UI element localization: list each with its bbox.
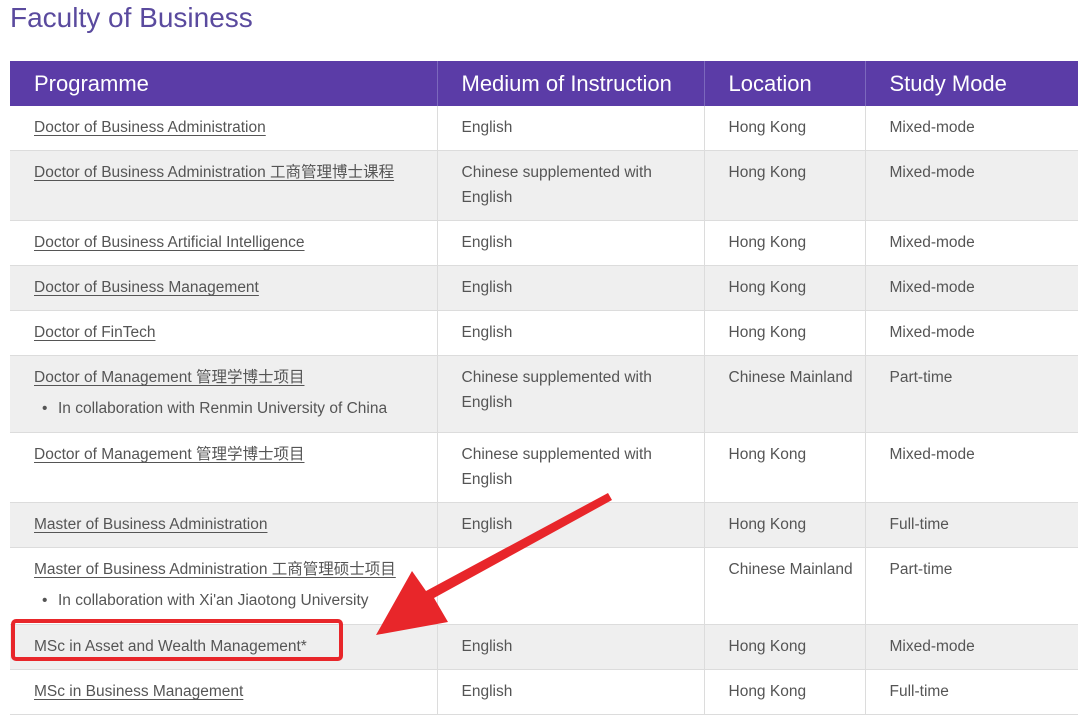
programme-cell: Master of Business Administration 工商管理硕士… — [10, 547, 438, 625]
programme-link[interactable]: Master of Business Administration — [34, 516, 267, 533]
collaboration-note: • In collaboration with Renmin University… — [34, 396, 427, 421]
medium-cell: English — [437, 106, 705, 151]
location-cell: Hong Kong — [704, 669, 866, 715]
mode-cell: Full-time — [865, 669, 1078, 715]
mode-cell: Mixed-mode — [865, 310, 1078, 356]
mode-cell: Mixed-mode — [865, 106, 1078, 151]
bullet-icon: • — [42, 400, 48, 417]
medium-cell: Chinese supplemented with English — [437, 432, 705, 503]
location-cell: Hong Kong — [704, 106, 866, 151]
table-row: Doctor of Business Management English Ho… — [10, 265, 1078, 311]
table-row-highlighted: MSc in Asset and Wealth Management* Engl… — [10, 624, 1078, 670]
mode-cell: Part-time — [865, 355, 1078, 433]
programme-name: MSc in Asset and Wealth Management* — [34, 638, 307, 655]
programme-cell: MSc in Business Management — [10, 669, 438, 715]
location-cell: Hong Kong — [704, 432, 866, 503]
medium-cell: Chinese supplemented with English — [437, 150, 705, 221]
mode-cell: Mixed-mode — [865, 150, 1078, 221]
header-medium[interactable]: Medium of Instruction — [437, 61, 705, 106]
programme-link[interactable]: Master of Business Administration 工商管理硕士… — [34, 561, 396, 578]
table-row: Doctor of Business Administration Englis… — [10, 106, 1078, 151]
programme-link[interactable]: Doctor of Business Administration — [34, 119, 266, 136]
programme-cell: Doctor of Business Administration — [10, 106, 438, 151]
page-title: Faculty of Business — [10, 2, 253, 33]
header-study-mode[interactable]: Study Mode — [865, 61, 1078, 106]
programme-link[interactable]: Doctor of Business Artificial Intelligen… — [34, 234, 305, 251]
programme-cell: Master of Business Administration — [10, 502, 438, 548]
programme-cell: MSc in Asset and Wealth Management* — [10, 624, 438, 670]
medium-cell: Chinese supplemented with English — [437, 355, 705, 433]
table-row: Doctor of Management 管理学博士项目 Chinese sup… — [10, 432, 1078, 503]
bullet-icon: • — [42, 592, 48, 609]
table-row: Master of Business Administration Englis… — [10, 502, 1078, 548]
location-cell: Hong Kong — [704, 150, 866, 221]
medium-cell: English — [437, 220, 705, 266]
location-cell: Hong Kong — [704, 502, 866, 548]
mode-cell: Mixed-mode — [865, 624, 1078, 670]
programme-cell: Doctor of Management 管理学博士项目 • In collabo… — [10, 355, 438, 433]
programme-cell: Doctor of Business Artificial Intelligen… — [10, 220, 438, 266]
programme-link[interactable]: Doctor of Business Administration 工商管理博士… — [34, 164, 394, 181]
programme-cell: Doctor of Management 管理学博士项目 — [10, 432, 438, 503]
programme-cell: Doctor of Business Administration 工商管理博士… — [10, 150, 438, 221]
programme-table: Programme Medium of Instruction Location… — [10, 61, 1078, 715]
collaboration-note: • In collaboration with Xi'an Jiaotong Un… — [34, 588, 427, 613]
medium-cell: English — [437, 265, 705, 311]
medium-cell: English — [437, 502, 705, 548]
table-row: Doctor of Management 管理学博士项目 • In collabo… — [10, 355, 1078, 433]
header-programme[interactable]: Programme — [10, 61, 438, 106]
location-cell: Hong Kong — [704, 624, 866, 670]
table-row: Doctor of Business Administration 工商管理博士… — [10, 150, 1078, 221]
mode-cell: Part-time — [865, 547, 1078, 625]
medium-cell: English — [437, 310, 705, 356]
table-row: Doctor of Business Artificial Intelligen… — [10, 220, 1078, 266]
medium-cell: English — [437, 669, 705, 715]
header-location[interactable]: Location — [704, 61, 866, 106]
mode-cell: Mixed-mode — [865, 220, 1078, 266]
programme-link[interactable]: Doctor of Management 管理学博士项目 — [34, 446, 304, 463]
table-row: MSc in Business Management English Hong … — [10, 669, 1078, 715]
medium-cell — [437, 547, 705, 625]
location-cell: Hong Kong — [704, 220, 866, 266]
table-row: Master of Business Administration 工商管理硕士… — [10, 547, 1078, 625]
collaboration-note-text: In collaboration with Renmin University … — [58, 400, 388, 417]
mode-cell: Full-time — [865, 502, 1078, 548]
location-cell: Hong Kong — [704, 265, 866, 311]
table-row: Doctor of FinTech English Hong Kong Mixe… — [10, 310, 1078, 356]
programme-link[interactable]: MSc in Business Management — [34, 683, 243, 700]
table-header-row: Programme Medium of Instruction Location… — [10, 61, 1078, 106]
location-cell: Hong Kong — [704, 310, 866, 356]
programme-link[interactable]: Doctor of FinTech — [34, 324, 155, 341]
programme-cell: Doctor of Business Management — [10, 265, 438, 311]
collaboration-note-text: In collaboration with Xi'an Jiaotong Uni… — [58, 592, 369, 609]
programme-link[interactable]: Doctor of Management 管理学博士项目 — [34, 369, 304, 386]
programme-cell: Doctor of FinTech — [10, 310, 438, 356]
mode-cell: Mixed-mode — [865, 432, 1078, 503]
location-cell: Chinese Mainland — [704, 355, 866, 433]
programme-link[interactable]: Doctor of Business Management — [34, 279, 259, 296]
mode-cell: Mixed-mode — [865, 265, 1078, 311]
medium-cell: English — [437, 624, 705, 670]
location-cell: Chinese Mainland — [704, 547, 866, 625]
